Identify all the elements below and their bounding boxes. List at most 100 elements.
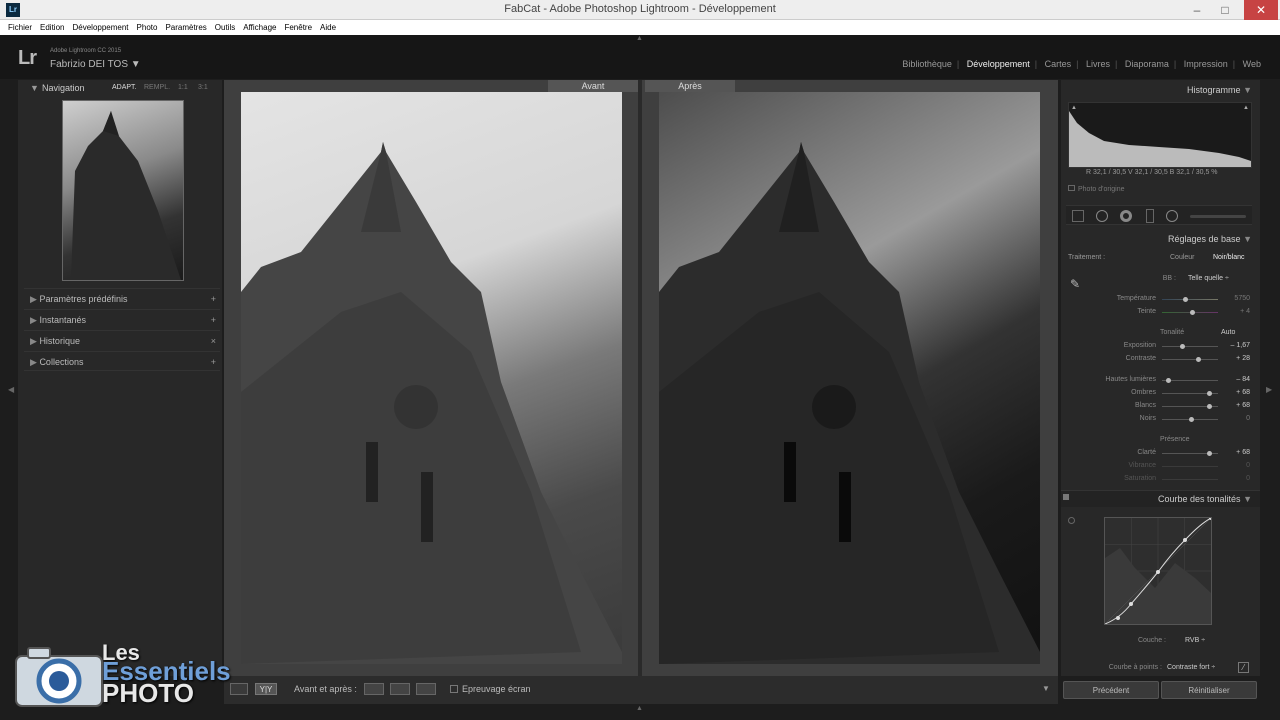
filmstrip-toggle-icon[interactable]: ▲ xyxy=(636,705,643,712)
original-photo-toggle[interactable]: Photo d'origine xyxy=(1068,185,1124,193)
vibrance-slider[interactable] xyxy=(1162,466,1218,467)
copy-before-to-after-icon[interactable] xyxy=(364,683,384,695)
menu-parametres[interactable]: Paramètres xyxy=(161,20,210,35)
temp-value[interactable]: 5750 xyxy=(1222,295,1250,302)
tone-curve-header[interactable]: Courbe des tonalités ▼ xyxy=(1066,494,1252,504)
menu-photo[interactable]: Photo xyxy=(133,20,162,35)
clear-history-icon[interactable]: × xyxy=(211,331,216,351)
reset-button[interactable]: Réinitialiser xyxy=(1161,681,1257,699)
navigator-preview[interactable] xyxy=(62,100,184,281)
after-image[interactable] xyxy=(659,92,1040,664)
zoom-fit[interactable]: ADAPT. xyxy=(112,84,137,91)
highlights-knob[interactable] xyxy=(1166,378,1171,383)
clarity-knob[interactable] xyxy=(1207,451,1212,456)
top-panel-toggle-icon[interactable]: ▲ xyxy=(636,35,643,42)
toolbar-menu-icon[interactable]: ▼ xyxy=(1042,684,1050,693)
user-name[interactable]: Fabrizio DEI TOS ▼ xyxy=(50,59,141,70)
tint-value[interactable]: + 4 xyxy=(1222,308,1250,315)
collections-section[interactable]: ▶ Collections + xyxy=(24,351,220,371)
saturation-slider[interactable] xyxy=(1162,479,1218,480)
auto-tone-button[interactable]: Auto xyxy=(1221,329,1235,336)
tint-knob[interactable] xyxy=(1190,310,1195,315)
histogram-header[interactable]: Histogramme ▼ xyxy=(1066,85,1252,95)
contrast-slider[interactable] xyxy=(1162,359,1218,360)
shadows-knob[interactable] xyxy=(1207,391,1212,396)
crop-icon[interactable] xyxy=(1072,210,1084,222)
history-section[interactable]: ▶ Historique × xyxy=(24,330,220,350)
add-collection-icon[interactable]: + xyxy=(211,352,216,372)
shadow-clipping-icon[interactable]: ▲ xyxy=(1071,105,1077,111)
soft-proofing-checkbox[interactable] xyxy=(450,685,458,693)
treatment-color[interactable]: Couleur xyxy=(1170,254,1195,261)
previous-button[interactable]: Précédent xyxy=(1063,681,1159,699)
blacks-knob[interactable] xyxy=(1189,417,1194,422)
menu-edition[interactable]: Edition xyxy=(36,20,68,35)
presets-section[interactable]: ▶ Paramètres prédéfinis + xyxy=(24,288,220,308)
menu-aide[interactable]: Aide xyxy=(316,20,340,35)
module-impression[interactable]: Impression xyxy=(1179,59,1233,69)
spot-removal-icon[interactable] xyxy=(1096,210,1108,222)
module-cartes[interactable]: Cartes xyxy=(1040,59,1077,69)
add-snapshot-icon[interactable]: + xyxy=(211,310,216,330)
menu-developpement[interactable]: Développement xyxy=(68,20,132,35)
radial-filter-icon[interactable] xyxy=(1166,210,1178,222)
whites-value[interactable]: + 68 xyxy=(1222,402,1250,409)
minimize-button[interactable]: – xyxy=(1184,0,1210,20)
module-livres[interactable]: Livres xyxy=(1081,59,1115,69)
menu-fichier[interactable]: Fichier xyxy=(4,20,36,35)
exposure-value[interactable]: – 1,67 xyxy=(1222,342,1250,349)
module-diaporama[interactable]: Diaporama xyxy=(1120,59,1174,69)
highlights-value[interactable]: – 84 xyxy=(1222,376,1250,383)
shadows-value[interactable]: + 68 xyxy=(1222,389,1250,396)
contrast-knob[interactable] xyxy=(1196,357,1201,362)
left-panel-toggle-icon[interactable]: ◀ xyxy=(8,385,14,394)
zoom-1-1[interactable]: 1:1 xyxy=(178,84,188,91)
red-eye-icon[interactable] xyxy=(1120,210,1132,222)
clarity-value[interactable]: + 68 xyxy=(1222,449,1250,456)
exposure-slider[interactable] xyxy=(1162,346,1218,347)
module-bibliotheque[interactable]: Bibliothèque xyxy=(897,59,957,69)
white-balance-picker-icon[interactable]: ✎ xyxy=(1070,277,1088,295)
before-image[interactable] xyxy=(241,92,622,664)
saturation-value[interactable]: 0 xyxy=(1222,475,1250,482)
histogram[interactable]: ▲ ▲ xyxy=(1068,102,1252,168)
menu-fenetre[interactable]: Fenêtre xyxy=(280,20,316,35)
basic-title: Réglages de base xyxy=(1168,234,1241,244)
graduated-filter-icon[interactable] xyxy=(1146,209,1154,223)
edit-point-curve-icon[interactable]: ⁄ xyxy=(1238,662,1249,673)
right-panel-toggle-icon[interactable]: ▶ xyxy=(1266,385,1272,394)
point-curve-select[interactable]: Contraste fort ÷ xyxy=(1167,664,1215,671)
whites-knob[interactable] xyxy=(1207,404,1212,409)
copy-after-to-before-icon[interactable] xyxy=(390,683,410,695)
zoom-3-1[interactable]: 3:1 xyxy=(198,84,208,91)
zoom-fill[interactable]: REMPL. xyxy=(144,84,170,91)
curve-target-icon[interactable] xyxy=(1068,517,1075,524)
module-web[interactable]: Web xyxy=(1238,59,1266,69)
temp-slider[interactable] xyxy=(1162,299,1218,300)
blacks-value[interactable]: 0 xyxy=(1222,415,1250,422)
add-preset-icon[interactable]: + xyxy=(211,289,216,309)
app-version: Adobe Lightroom CC 2015 xyxy=(50,48,122,54)
wb-select[interactable]: Telle quelle ÷ xyxy=(1188,275,1229,282)
before-after-label: Avant et après : xyxy=(294,684,357,694)
treatment-bw[interactable]: Noir/blanc xyxy=(1213,254,1245,261)
contrast-value[interactable]: + 28 xyxy=(1222,355,1250,362)
snapshots-section[interactable]: ▶ Instantanés + xyxy=(24,309,220,329)
adjustment-brush-icon[interactable] xyxy=(1190,215,1246,218)
module-developpement[interactable]: Développement xyxy=(962,59,1035,69)
temp-knob[interactable] xyxy=(1183,297,1188,302)
collapse-triangle-icon[interactable]: ▼ xyxy=(30,83,39,93)
channel-select[interactable]: RVB ÷ xyxy=(1185,637,1205,644)
exposure-knob[interactable] xyxy=(1180,344,1185,349)
swap-before-after-icon[interactable] xyxy=(416,683,436,695)
watermark-logo: Les Essentiels PHOTO xyxy=(14,640,264,710)
basic-header[interactable]: Réglages de base ▼ xyxy=(1066,234,1252,244)
vibrance-value[interactable]: 0 xyxy=(1222,462,1250,469)
menu-outils[interactable]: Outils xyxy=(211,20,239,35)
close-button[interactable]: ✕ xyxy=(1244,0,1278,20)
highlight-clipping-icon[interactable]: ▲ xyxy=(1243,105,1249,111)
presets-label: Paramètres prédéfinis xyxy=(39,294,128,304)
maximize-button[interactable]: □ xyxy=(1212,0,1238,20)
tone-curve-graph[interactable] xyxy=(1104,516,1213,625)
menu-affichage[interactable]: Affichage xyxy=(239,20,280,35)
